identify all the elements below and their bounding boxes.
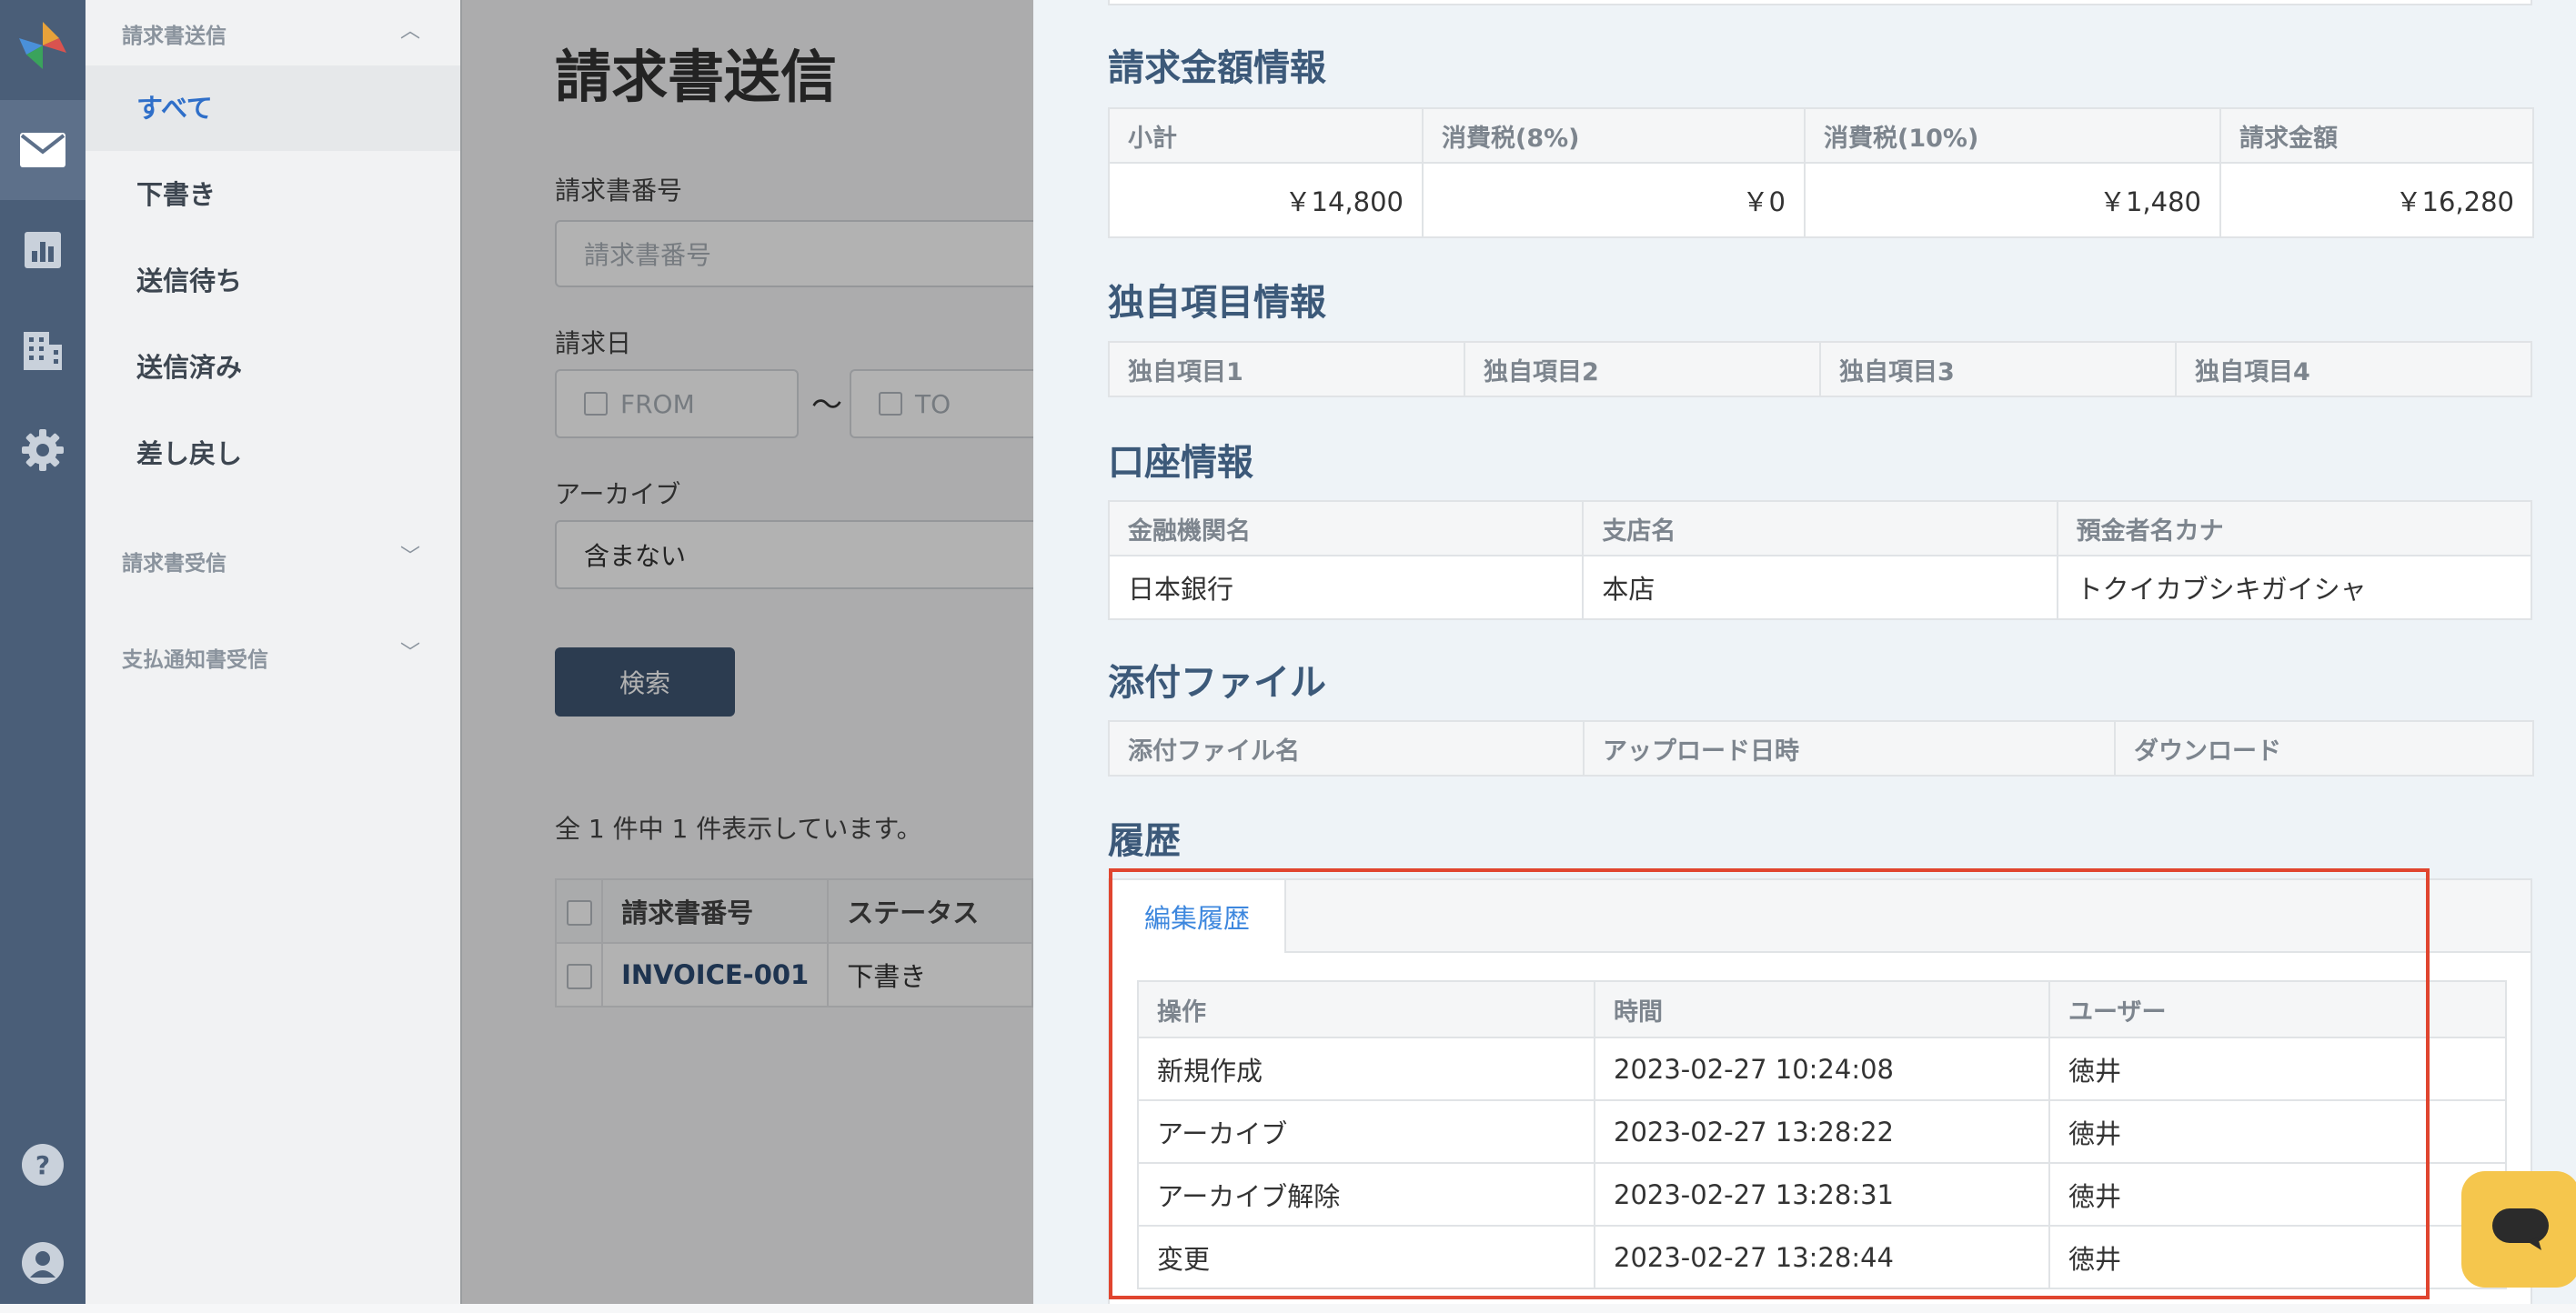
history-time: 2023-02-27 13:28:44 xyxy=(1594,1225,2050,1289)
building-icon[interactable] xyxy=(0,300,86,400)
history-header-row: 操作 時間 ユーザー xyxy=(1137,980,2507,1038)
history-user: 徳井 xyxy=(2048,1099,2507,1164)
column-header-tax10: 消費税(10%) xyxy=(1804,107,2221,164)
tax10-value: ￥1,480 xyxy=(1804,162,2221,238)
sidebar-section-receive[interactable]: 請求書受信 xyxy=(122,546,226,576)
sidebar-section-payment[interactable]: 支払通知書受信 xyxy=(122,642,268,673)
attachments-section-title: 添付ファイル xyxy=(1108,662,1326,704)
history-tab-bar: 編集履歴 xyxy=(1110,880,2531,953)
column-header-bank-name: 金融機関名 xyxy=(1107,500,1585,556)
chart-icon[interactable] xyxy=(0,200,86,300)
sidebar-item-all[interactable]: すべて xyxy=(86,65,460,151)
history-row: アーカイブ 2023-02-27 13:28:22 徳井 xyxy=(1137,1099,2507,1164)
history-row: 新規作成 2023-02-27 10:24:08 徳井 xyxy=(1137,1037,2507,1101)
custom-fields-table: 独自項目1 独自項目2 独自項目3 独自項目4 xyxy=(1108,341,2532,397)
column-header-custom4: 独自項目4 xyxy=(2175,341,2532,397)
attachments-header-row: 添付ファイル名 アップロード日時 ダウンロード xyxy=(1108,720,2534,777)
column-header-account-holder: 預金者名カナ xyxy=(2056,500,2533,556)
column-header-tax8: 消費税(8%) xyxy=(1422,107,1806,164)
history-time: 2023-02-27 10:24:08 xyxy=(1594,1037,2050,1101)
help-icon[interactable]: ? xyxy=(0,1115,86,1215)
amount-header-row: 小計 消費税(8%) 消費税(10%) 請求金額 xyxy=(1108,107,2534,164)
sidebar-item-returned[interactable]: 差し戻し xyxy=(86,411,460,496)
history-action: 変更 xyxy=(1137,1225,1595,1289)
account-holder-value: トクイカブシキガイシャ xyxy=(2056,555,2533,620)
column-header-action: 操作 xyxy=(1137,980,1595,1038)
bank-name-value: 日本銀行 xyxy=(1107,555,1585,620)
history-user: 徳井 xyxy=(2048,1225,2507,1289)
history-section-title: 履歴 xyxy=(1108,820,1181,862)
custom-header-row: 独自項目1 独自項目2 独自項目3 独自項目4 xyxy=(1108,341,2532,397)
history-table: 操作 時間 ユーザー 新規作成 2023-02-27 10:24:08 徳井 ア… xyxy=(1137,980,2507,1289)
history-time: 2023-02-27 13:28:22 xyxy=(1594,1099,2050,1164)
sidebar: 請求書送信 ︿ すべて 下書き 送信待ち 送信済み 差し戻し 請求書受信 ﹀ 支… xyxy=(86,0,462,1304)
amount-table: 小計 消費税(8%) 消費税(10%) 請求金額 ￥14,800 ￥0 ￥1,4… xyxy=(1108,107,2534,238)
column-header-time: 時間 xyxy=(1594,980,2050,1038)
detail-panel: 請求金額情報 小計 消費税(8%) 消費税(10%) 請求金額 ￥14,800 … xyxy=(1033,0,2576,1304)
sidebar-section-send[interactable]: 請求書送信 xyxy=(122,18,226,49)
main-content: 請求書送信 請求書番号 請求書番号 請求日 FROM 〜 TO アーカイブ 含ま… xyxy=(460,0,1494,1304)
column-header-subtotal: 小計 xyxy=(1108,107,1424,164)
history-action: 新規作成 xyxy=(1137,1037,1595,1101)
sidebar-item-sent[interactable]: 送信済み xyxy=(86,325,460,410)
previous-table-edge xyxy=(1108,0,2532,5)
subtotal-value: ￥14,800 xyxy=(1108,162,1424,238)
logo-icon[interactable] xyxy=(0,0,86,91)
history-panel: 編集履歴 操作 時間 ユーザー 新規作成 2023-02-27 10:24:08… xyxy=(1108,878,2532,1304)
column-header-download: ダウンロード xyxy=(2114,720,2534,777)
history-user: 徳井 xyxy=(2048,1162,2507,1227)
history-time: 2023-02-27 13:28:31 xyxy=(1594,1162,2050,1227)
history-user: 徳井 xyxy=(2048,1037,2507,1101)
column-header-custom2: 独自項目2 xyxy=(1464,341,1821,397)
column-header-user: ユーザー xyxy=(2048,980,2507,1038)
svg-text:?: ? xyxy=(35,1150,50,1180)
column-header-total: 請求金額 xyxy=(2219,107,2534,164)
gear-icon[interactable] xyxy=(0,400,86,500)
sidebar-item-draft[interactable]: 下書き xyxy=(86,152,460,237)
history-action: アーカイブ解除 xyxy=(1137,1162,1595,1227)
bank-section-title: 口座情報 xyxy=(1108,442,1253,484)
bank-table: 金融機関名 支店名 預金者名カナ 日本銀行 本店 トクイカブシキガイシャ xyxy=(1107,500,2533,620)
bank-header-row: 金融機関名 支店名 預金者名カナ xyxy=(1107,500,2533,556)
history-action: アーカイブ xyxy=(1137,1099,1595,1164)
column-header-custom1: 独自項目1 xyxy=(1108,341,1465,397)
tax8-value: ￥0 xyxy=(1422,162,1806,238)
tab-edit-history[interactable]: 編集履歴 xyxy=(1110,880,1286,953)
chat-icon[interactable] xyxy=(2461,1171,2576,1288)
history-row: アーカイブ解除 2023-02-27 13:28:31 徳井 xyxy=(1137,1162,2507,1227)
branch-name-value: 本店 xyxy=(1582,555,2058,620)
column-header-upload-date: アップロード日時 xyxy=(1583,720,2116,777)
column-header-file-name: 添付ファイル名 xyxy=(1108,720,1585,777)
history-row: 変更 2023-02-27 13:28:44 徳井 xyxy=(1137,1225,2507,1289)
user-icon[interactable] xyxy=(0,1213,86,1313)
column-header-custom3: 独自項目3 xyxy=(1819,341,2177,397)
chevron-down-icon[interactable]: ﹀ xyxy=(400,540,420,569)
amount-section-title: 請求金額情報 xyxy=(1108,47,1326,89)
icon-rail: ? xyxy=(0,0,86,1304)
amount-value-row: ￥14,800 ￥0 ￥1,480 ￥16,280 xyxy=(1108,162,2534,238)
mail-icon[interactable] xyxy=(0,100,86,200)
custom-section-title: 独自項目情報 xyxy=(1108,282,1326,324)
chevron-down-icon[interactable]: ﹀ xyxy=(400,636,420,666)
bank-value-row: 日本銀行 本店 トクイカブシキガイシャ xyxy=(1107,555,2533,620)
chevron-up-icon[interactable]: ︿ xyxy=(400,15,420,44)
attachments-table: 添付ファイル名 アップロード日時 ダウンロード xyxy=(1108,720,2534,777)
column-header-branch-name: 支店名 xyxy=(1582,500,2058,556)
total-value: ￥16,280 xyxy=(2219,162,2534,238)
sidebar-item-pending[interactable]: 送信待ち xyxy=(86,238,460,324)
